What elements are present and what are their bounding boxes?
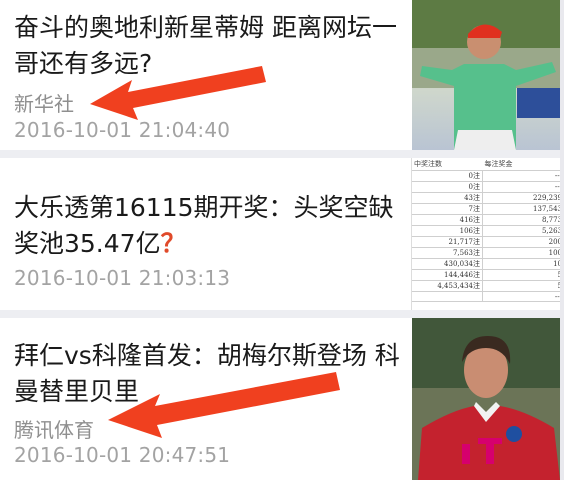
- news-time: 2016-10-01 21:04:40: [14, 118, 231, 142]
- table-cell: ---: [482, 291, 564, 302]
- news-source: 腾讯体育: [14, 418, 94, 442]
- table-cell: 7注: [412, 203, 483, 215]
- table-cell: 5: [482, 269, 564, 281]
- table-cell: 5,263: [482, 225, 564, 237]
- table-cell: 0注: [412, 181, 483, 193]
- news-time: 2016-10-01 21:03:13: [14, 266, 231, 290]
- tennis-player-photo[interactable]: [412, 0, 564, 150]
- table-cell: 416注: [412, 214, 483, 226]
- prize-table: 中奖注数 每注奖金 0注 --- 0注 --- 43注 229,239 7注 137,5…: [412, 158, 564, 302]
- table-header: 中奖注数: [412, 158, 483, 171]
- table-cell: 8,773: [482, 214, 564, 226]
- table-cell: 137,543: [482, 203, 564, 215]
- news-item[interactable]: 拜仁vs科隆首发：胡梅尔斯登场 科曼替里贝里 腾讯体育 2016-10-01 2…: [0, 318, 564, 480]
- table-cell: 43注: [412, 192, 483, 204]
- table-cell: 7,563注: [412, 247, 483, 259]
- table-cell: ---: [482, 170, 564, 182]
- table-cell: ---: [482, 181, 564, 193]
- table-header: 每注奖金: [482, 158, 564, 171]
- news-title[interactable]: 拜仁vs科隆首发：胡梅尔斯登场 科曼替里贝里: [14, 338, 404, 410]
- news-item[interactable]: 奋斗的奥地利新星蒂姆 距离网坛一哥还有多远? 新华社 2016-10-01 21…: [0, 0, 564, 150]
- table-cell: 200: [482, 236, 564, 248]
- news-item[interactable]: 大乐透第16115期开奖：头奖空缺奖池35.47亿？ 2016-10-01 21…: [0, 158, 564, 310]
- news-time: 2016-10-01 20:47:51: [14, 443, 231, 467]
- table-cell: 144,446注: [412, 269, 483, 281]
- table-cell: 4,453,434注: [412, 280, 483, 292]
- table-cell: 10: [482, 258, 564, 270]
- news-source: 新华社: [14, 92, 74, 116]
- lottery-table-image[interactable]: 中奖注数 每注奖金 0注 --- 0注 --- 43注 229,239 7注 137,5…: [411, 158, 564, 310]
- news-title[interactable]: 大乐透第16115期开奖：头奖空缺奖池35.47亿？: [14, 190, 404, 262]
- news-title[interactable]: 奋斗的奥地利新星蒂姆 距离网坛一哥还有多远?: [14, 10, 404, 82]
- question-mark-icon: ？: [160, 229, 186, 258]
- football-player-photo[interactable]: [412, 318, 564, 480]
- table-cell: [412, 291, 483, 302]
- table-cell: 106注: [412, 225, 483, 237]
- table-cell: 21,717注: [412, 236, 483, 248]
- table-cell: 100: [482, 247, 564, 259]
- table-cell: 229,239: [482, 192, 564, 204]
- table-cell: 0注: [412, 170, 483, 182]
- table-cell: 430,034注: [412, 258, 483, 270]
- table-cell: 5: [482, 280, 564, 292]
- scrollbar[interactable]: [560, 0, 564, 480]
- news-feed: 奋斗的奥地利新星蒂姆 距离网坛一哥还有多远? 新华社 2016-10-01 21…: [0, 0, 564, 480]
- news-title-text: 大乐透第16115期开奖：头奖空缺奖池35.47亿: [14, 193, 394, 258]
